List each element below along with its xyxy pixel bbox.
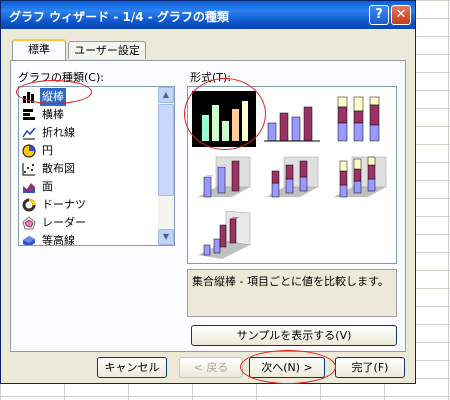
list-item-pie[interactable]: 円 <box>20 142 158 160</box>
list-item-line[interactable]: 折れ線 <box>20 124 158 142</box>
radar-chart-icon <box>22 216 36 230</box>
list-item-radar[interactable]: レーダー <box>20 214 158 232</box>
stacked-column-icon <box>264 106 320 142</box>
list-item-label: 面 <box>42 180 53 193</box>
chart-wizard-dialog: グラフ ウィザード - 1/4 - グラフの種類 ? ✕ 標準 ユーザー設定 グ… <box>0 0 416 384</box>
list-item-label: 横棒 <box>42 108 64 121</box>
list-item-bar[interactable]: 横棒 <box>20 106 158 124</box>
close-button[interactable]: ✕ <box>391 5 411 25</box>
chart-type-scrollbar[interactable]: ▲ ▼ <box>158 87 174 245</box>
subtype-label: 形式(T): <box>190 71 232 84</box>
title-bar[interactable]: グラフ ウィザード - 1/4 - グラフの種類 ? ✕ <box>1 1 415 29</box>
subtype-100-stacked-column[interactable] <box>328 91 392 147</box>
show-sample-button[interactable]: サンプルを表示する(V) <box>191 325 397 346</box>
scroll-thumb[interactable] <box>158 104 174 196</box>
list-item-column[interactable]: 縦棒 <box>20 88 158 106</box>
subtype-stacked-column[interactable] <box>260 91 324 147</box>
list-item-area[interactable]: 面 <box>20 178 158 196</box>
list-item-label: レーダー <box>42 216 86 229</box>
subtype-3d-column[interactable] <box>192 207 256 263</box>
subtype-3d-100-stacked-column[interactable] <box>328 149 392 205</box>
subtype-3d-clustered-column[interactable] <box>192 149 256 205</box>
column-3d-icon <box>198 210 251 259</box>
subtype-description: 集合縦棒 - 項目ごとに値を比較します。 <box>187 269 397 317</box>
list-item-surface[interactable]: 等高線 <box>20 232 158 246</box>
subtype-clustered-column[interactable] <box>192 91 256 147</box>
chart-type-label: グラフの種類(C): <box>18 71 104 84</box>
scroll-down-button[interactable]: ▼ <box>158 229 174 245</box>
percent-stacked-column-icon <box>337 96 380 142</box>
stacked-column-3d-icon <box>266 156 319 198</box>
back-button[interactable]: < 戻る <box>179 357 243 378</box>
list-item-scatter[interactable]: 散布図 <box>20 160 158 178</box>
percent-stacked-column-3d-icon <box>334 156 387 198</box>
chart-type-list[interactable]: 縦棒 横棒 折れ線 円 散布図 面 ドーナツ レーダー 等高線 ▲ ▼ <box>18 86 175 246</box>
list-item-doughnut[interactable]: ドーナツ <box>20 196 158 214</box>
list-item-label: 円 <box>42 144 53 157</box>
finish-button[interactable]: 完了(F) <box>335 357 405 378</box>
surface-chart-icon <box>23 236 35 245</box>
line-chart-icon <box>22 127 36 140</box>
list-item-label: 折れ線 <box>42 126 75 139</box>
scatter-chart-icon <box>22 163 35 176</box>
pie-chart-icon <box>22 144 36 158</box>
help-button[interactable]: ? <box>369 5 389 25</box>
subtype-3d-stacked-column[interactable] <box>260 149 324 205</box>
doughnut-chart-icon <box>22 198 36 212</box>
area-chart-icon <box>23 183 35 193</box>
list-item-label: ドーナツ <box>42 198 86 211</box>
tab-custom[interactable]: ユーザー設定 <box>68 41 146 59</box>
next-button[interactable]: 次へ(N) > <box>249 357 325 378</box>
list-item-label: 等高線 <box>42 234 75 246</box>
column-chart-icon <box>22 90 36 104</box>
window-title: グラフ ウィザード - 1/4 - グラフの種類 <box>9 10 229 24</box>
cancel-button[interactable]: キャンセル <box>97 357 167 378</box>
subtype-gallery <box>187 86 397 264</box>
clustered-column-3d-icon <box>198 156 251 198</box>
list-item-label: 縦棒 <box>40 88 66 106</box>
list-item-label: 散布図 <box>42 162 75 175</box>
tab-standard[interactable]: 標準 <box>12 39 66 60</box>
scroll-up-button[interactable]: ▲ <box>158 87 174 103</box>
bar-chart-icon <box>23 109 35 120</box>
clustered-column-icon <box>192 91 256 147</box>
